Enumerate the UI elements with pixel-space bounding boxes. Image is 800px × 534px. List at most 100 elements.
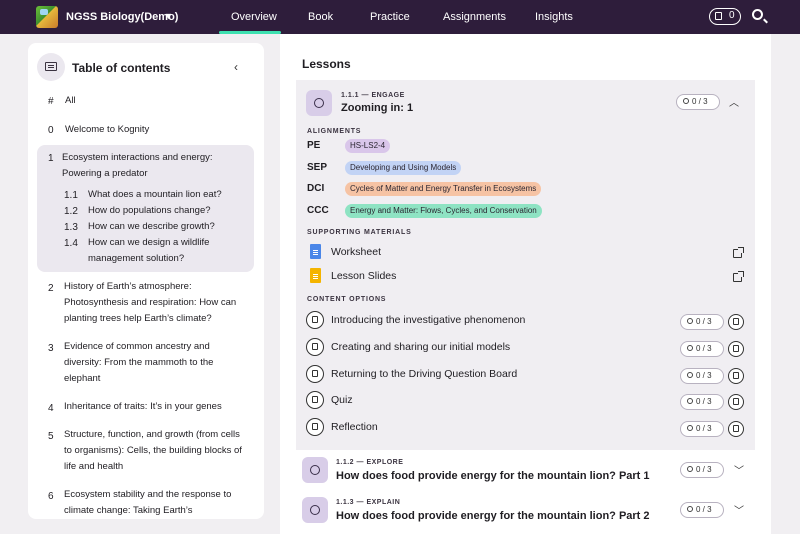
completion-pill[interactable]: 0 / 3 [680,462,724,478]
lessons-title: Lessons [302,57,351,71]
toc-number: 4 [48,403,54,414]
search-icon[interactable] [752,9,763,20]
completion-pill[interactable]: 0 / 3 [680,394,724,410]
slides-icon [310,268,321,283]
toc-number: 0 [48,125,54,136]
toc-item-0[interactable]: Welcome to Kognity [65,122,245,138]
completion-pill[interactable]: 0 / 3 [676,94,720,110]
toc-number: 1 [48,153,54,164]
alignment-key: PE [307,140,321,151]
lesson-title[interactable]: How does food provide energy for the mou… [336,470,650,482]
completion-pill[interactable]: 0 / 3 [680,502,724,518]
alignment-tag-sep[interactable]: Developing and Using Models [345,161,462,175]
course-logo[interactable] [36,6,58,28]
chevron-down-icon[interactable]: ▼ [164,11,173,21]
nav-assignments[interactable]: Assignments [443,0,506,34]
lesson-phase: 1.1.3 — EXPLAIN [336,499,401,506]
toc-subnumber: 1.2 [64,206,78,217]
lesson-card-expanded: 1.1.1 — ENGAGE Zooming in: 1 0 / 3 ︿ ALI… [296,80,755,450]
clipboard-icon[interactable] [728,341,744,357]
toc-item-4[interactable]: Inheritance of traits: It’s in your gene… [64,399,254,415]
table-of-contents-panel: Table of contents ‹ # All 0 Welcome to K… [28,43,264,519]
content-option[interactable]: Reflection [331,421,378,433]
toc-number: # [48,96,54,107]
toc-number: 2 [48,283,54,294]
chevron-up-icon[interactable]: ︿ [729,94,739,109]
top-bar: NGSS Biology(Demo) ▼ Overview Book Pract… [0,0,800,34]
lessons-panel: Lessons 1.1.1 — ENGAGE Zooming in: 1 0 /… [280,34,771,534]
alignment-key: DCI [307,183,325,194]
content-option[interactable]: Introducing the investigative phenomenon [331,314,525,326]
alignment-tag-pe[interactable]: HS-LS2-4 [345,139,391,153]
chevron-down-icon[interactable]: ﹀ [734,502,744,517]
toc-subitem-1-1[interactable]: What does a mountain lion eat? [88,187,238,203]
alignment-tag-dci[interactable]: Cycles of Matter and Energy Transfer in … [345,182,542,196]
document-icon [310,244,321,259]
toc-item-1[interactable]: Ecosystem interactions and energy: Power… [62,150,234,182]
clipboard-icon[interactable] [728,394,744,410]
lesson-phase: 1.1.2 — EXPLORE [336,459,404,466]
chevron-left-icon[interactable]: ‹ [234,60,238,74]
content-option[interactable]: Returning to the Driving Question Board [331,368,517,380]
nav-practice[interactable]: Practice [370,0,410,34]
nav-book[interactable]: Book [308,0,333,34]
chevron-down-icon[interactable]: ﹀ [734,462,744,477]
toc-subnumber: 1.4 [64,238,78,249]
user-check-icon [687,398,693,404]
lesson-title[interactable]: Zooming in: 1 [341,102,413,114]
material-lesson-slides[interactable]: Lesson Slides [331,270,396,282]
lesson-title[interactable]: How does food provide energy for the mou… [336,510,650,522]
completion-pill[interactable]: 0 / 3 [680,341,724,357]
user-check-icon [687,466,693,472]
alignment-key: CCC [307,205,329,216]
material-worksheet[interactable]: Worksheet [331,246,381,258]
basket-count: 0 [729,10,735,21]
user-check-icon [687,506,693,512]
completion-pill[interactable]: 0 / 3 [680,421,724,437]
nav-insights[interactable]: Insights [535,0,573,34]
completion-pill[interactable]: 0 / 3 [680,368,724,384]
course-title[interactable]: NGSS Biology(Demo) [66,11,178,23]
engage-icon [306,90,332,116]
user-check-icon [687,345,693,351]
clipboard-icon [715,12,722,20]
toc-title: Table of contents [72,61,171,75]
clipboard-icon[interactable] [728,421,744,437]
toc-item-6[interactable]: Ecosystem stability and the response to … [64,487,244,519]
chat-bubble-icon [306,418,324,436]
toc-subnumber: 1.1 [64,190,78,201]
binoculars-icon [302,457,328,483]
content-options-label: CONTENT OPTIONS [307,296,387,303]
toc-subitem-1-2[interactable]: How do populations change? [88,203,238,219]
alignment-tag-ccc[interactable]: Energy and Matter: Flows, Cycles, and Co… [345,204,542,218]
speech-bubbles-icon [302,497,328,523]
toc-item-5[interactable]: Structure, function, and growth (from ce… [64,427,246,475]
notebook-icon [306,311,324,329]
toc-number: 5 [48,431,54,442]
alignment-key: SEP [307,162,328,173]
clipboard-icon[interactable] [728,314,744,330]
toc-subitem-1-3[interactable]: How can we describe growth? [88,219,238,235]
lesson-phase: 1.1.1 — ENGAGE [341,92,405,99]
user-check-icon [683,98,689,104]
toc-number: 6 [48,491,54,502]
pencil-icon [306,338,324,356]
toc-subitem-1-4[interactable]: How can we design a wildlife management … [88,235,223,267]
toc-item-all[interactable]: All [65,93,245,109]
supporting-materials-label: SUPPORTING MATERIALS [307,229,412,236]
clipboard-icon[interactable] [728,368,744,384]
content-option[interactable]: Quiz [331,394,353,406]
content-option[interactable]: Creating and sharing our initial models [331,341,510,353]
external-link-icon[interactable] [733,271,744,282]
user-check-icon [687,425,693,431]
quiz-icon [306,391,324,409]
user-check-icon [687,372,693,378]
completion-pill[interactable]: 0 / 3 [680,314,724,330]
toc-item-3[interactable]: Evidence of common ancestry and diversit… [64,339,239,387]
external-link-icon[interactable] [733,247,744,258]
nav-overview[interactable]: Overview [219,0,281,34]
alignments-label: ALIGNMENTS [307,128,362,135]
assignment-basket-button[interactable]: 0 [709,8,741,25]
toc-item-2[interactable]: History of Earth’s atmosphere: Photosynt… [64,279,244,327]
notebook-icon [306,365,324,383]
